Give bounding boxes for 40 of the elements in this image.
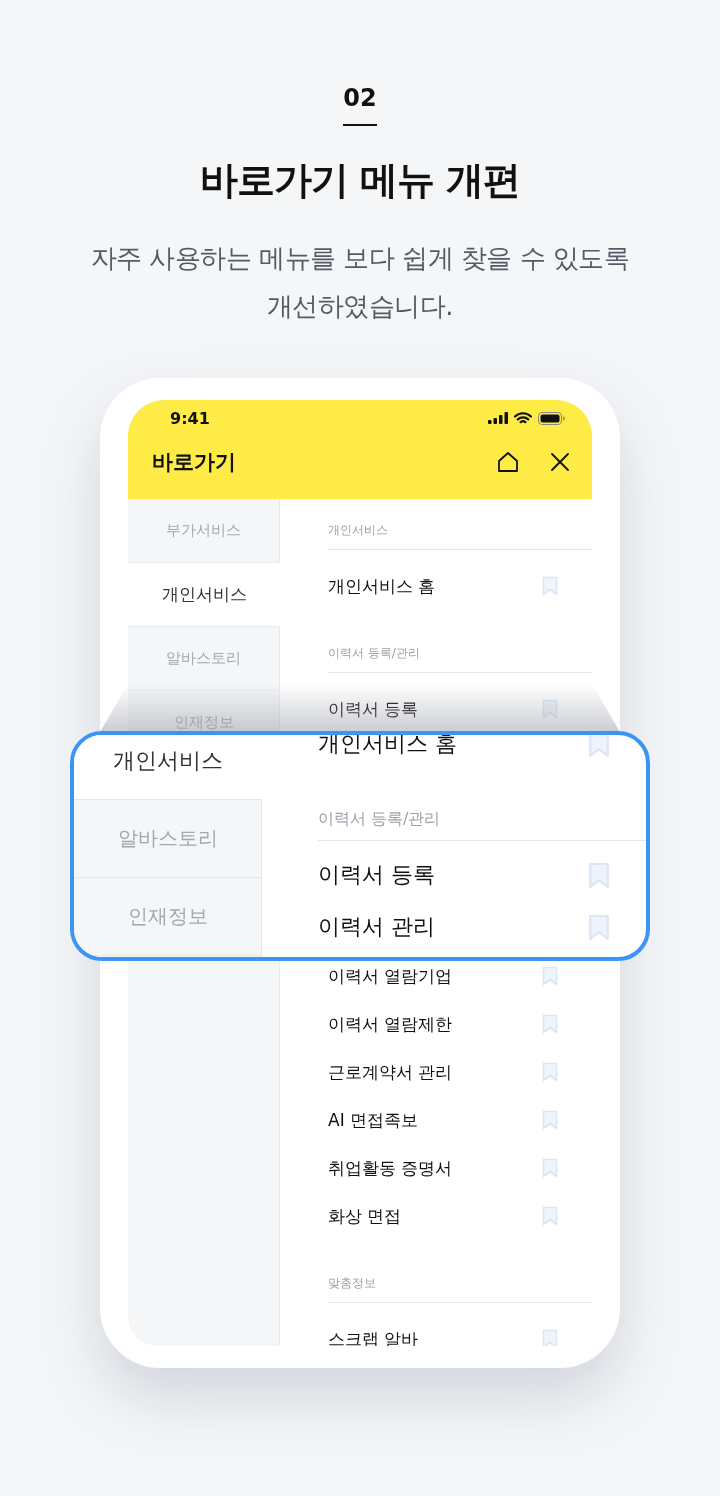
bookmark-icon[interactable] bbox=[542, 1062, 558, 1082]
bookmark-icon[interactable] bbox=[588, 735, 610, 758]
page-title: 바로가기 메뉴 개편 bbox=[199, 157, 521, 204]
menu-item[interactable]: 이력서 등록 bbox=[318, 860, 588, 890]
menu-item[interactable]: 근로계약서 관리 bbox=[328, 1060, 542, 1084]
bookmark-icon[interactable] bbox=[588, 913, 610, 941]
battery-icon bbox=[538, 411, 565, 425]
bookmark-icon[interactable] bbox=[542, 576, 558, 596]
bookmark-icon[interactable] bbox=[542, 966, 558, 986]
header-title: 바로가기 bbox=[152, 449, 236, 476]
section-header: 이력서 등록/관리 bbox=[318, 770, 646, 841]
menu-item[interactable]: 개인서비스 홈 bbox=[328, 574, 542, 598]
bookmark-icon[interactable] bbox=[542, 1206, 558, 1226]
bookmark-icon[interactable] bbox=[542, 1158, 558, 1178]
bookmark-icon[interactable] bbox=[542, 1329, 558, 1346]
menu-item[interactable]: 취업활동 증명서 bbox=[328, 1156, 542, 1180]
signal-icon bbox=[488, 412, 508, 424]
sidebar-tab[interactable]: 개인서비스 bbox=[74, 735, 262, 800]
close-icon[interactable] bbox=[550, 452, 570, 472]
menu-item[interactable]: 이력서 등록 bbox=[328, 697, 542, 721]
bookmark-icon[interactable] bbox=[542, 1014, 558, 1034]
menu-item[interactable]: AI 면접족보 bbox=[328, 1108, 542, 1132]
wifi-icon bbox=[514, 411, 532, 425]
step-number: 02 bbox=[343, 84, 377, 126]
section-header: 이력서 등록/관리 bbox=[328, 610, 592, 673]
section-header: 맞춤정보 bbox=[328, 1240, 592, 1303]
menu-item[interactable]: 화상 면접 bbox=[328, 1204, 542, 1228]
bookmark-icon[interactable] bbox=[542, 1110, 558, 1130]
description: 개선하였습니다. bbox=[266, 290, 454, 323]
menu-item[interactable]: 이력서 관리 bbox=[318, 912, 588, 942]
status-time: 9:41 bbox=[170, 408, 210, 428]
menu-item[interactable]: 개인서비스 홈 bbox=[318, 735, 588, 759]
menu-item[interactable]: 이력서 열람제한 bbox=[328, 1012, 542, 1036]
menu-item[interactable]: 이력서 열람기업 bbox=[328, 964, 542, 988]
home-icon[interactable] bbox=[496, 450, 520, 474]
bookmark-icon[interactable] bbox=[588, 861, 610, 889]
description: 자주 사용하는 메뉴를 보다 쉽게 찾을 수 있도록 bbox=[90, 242, 630, 275]
section-header: 개인서비스 bbox=[328, 499, 592, 550]
sidebar-tab[interactable]: 개인서비스 bbox=[128, 563, 280, 627]
bookmark-icon[interactable] bbox=[542, 699, 558, 719]
